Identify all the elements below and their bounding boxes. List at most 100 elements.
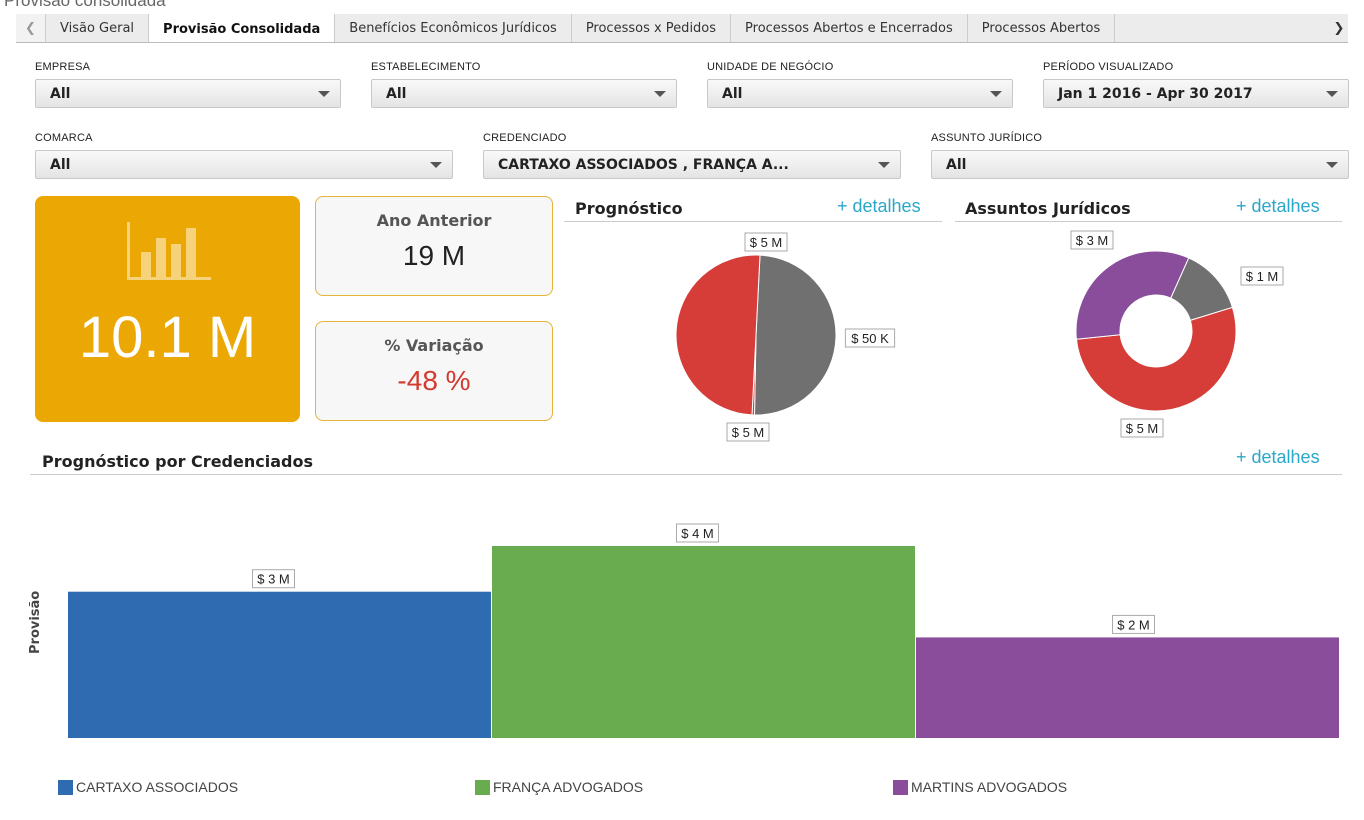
pie-slice-0[interactable] bbox=[753, 254, 837, 416]
select-value: CARTAXO ASSOCIADOS , FRANÇA A... bbox=[498, 156, 789, 173]
filter-comarca: COMARCA All bbox=[35, 132, 453, 179]
kpi-label: % Variação bbox=[384, 336, 484, 355]
filter-label: ESTABELECIMENTO bbox=[371, 61, 481, 73]
select-value: All bbox=[386, 85, 407, 102]
credenciados-title: Prognóstico por Credenciados bbox=[42, 452, 313, 471]
kpi-value: -48 % bbox=[397, 365, 471, 396]
unidade-select[interactable]: All bbox=[707, 79, 1013, 108]
filter-unidade: UNIDADE DE NEGÓCIO All bbox=[707, 61, 1013, 108]
legend-swatch bbox=[475, 779, 490, 795]
tab-beneficios[interactable]: Benefícios Econômicos Jurídicos bbox=[335, 14, 572, 42]
svg-text:$ 3 M: $ 3 M bbox=[1076, 233, 1109, 248]
kpi-variacao-card[interactable]: % Variação -48 % bbox=[315, 321, 553, 421]
tab-processos-abertos-encerrados[interactable]: Processos Abertos e Encerrados bbox=[731, 14, 968, 42]
filter-periodo: PERÍODO VISUALIZADO Jan 1 2016 - Apr 30 … bbox=[1043, 61, 1349, 108]
svg-text:$ 2 M: $ 2 M bbox=[1117, 617, 1150, 632]
legend-item[interactable]: FRANÇA ADVOGADOS bbox=[475, 779, 643, 795]
legend-swatch bbox=[893, 779, 908, 795]
prognostico-title: Prognóstico bbox=[575, 199, 683, 218]
tab-visao-geral[interactable]: Visão Geral bbox=[46, 14, 150, 42]
kpi-value: 19 M bbox=[402, 240, 466, 271]
data-label: $ 5 M bbox=[744, 232, 788, 252]
pie-slice-2[interactable] bbox=[675, 254, 761, 416]
bar-2[interactable] bbox=[916, 637, 1339, 738]
assuntos-detalhes-link[interactable]: + detalhes bbox=[1236, 196, 1320, 217]
data-label: $ 1 M bbox=[1240, 266, 1284, 286]
kpi-label: Ano Anterior bbox=[376, 211, 492, 230]
bar-0[interactable] bbox=[68, 591, 491, 738]
divider bbox=[30, 474, 1342, 475]
svg-text:$ 3 M: $ 3 M bbox=[257, 572, 290, 587]
tab-processos-pedidos[interactable]: Processos x Pedidos bbox=[572, 14, 732, 42]
filter-empresa: EMPRESA All bbox=[35, 61, 341, 108]
filter-label: EMPRESA bbox=[35, 61, 91, 73]
legend-label: FRANÇA ADVOGADOS bbox=[493, 779, 644, 795]
credenciados-detalhes-link[interactable]: + detalhes bbox=[1236, 447, 1320, 468]
tab-scroll-left-icon[interactable]: ❮ bbox=[16, 14, 46, 42]
empresa-select[interactable]: All bbox=[35, 79, 341, 108]
tab-bar: ❮ Visão Geral Provisão Consolidada Benef… bbox=[16, 14, 1348, 43]
tab-provisao-consolidada[interactable]: Provisão Consolidada bbox=[149, 14, 336, 42]
y-axis-label: Provisão bbox=[28, 590, 43, 654]
filter-label: COMARCA bbox=[35, 132, 93, 144]
prognostico-pie-chart: $ 5 M $ 50 K $ 5 M bbox=[675, 232, 896, 442]
legend-item[interactable]: MARTINS ADVOGADOS bbox=[893, 779, 1067, 795]
select-value: All bbox=[722, 85, 743, 102]
bar-1[interactable] bbox=[492, 546, 915, 738]
chevron-down-icon bbox=[878, 162, 890, 168]
legend-label: MARTINS ADVOGADOS bbox=[911, 779, 1068, 795]
filter-label: PERÍODO VISUALIZADO bbox=[1043, 61, 1174, 73]
data-label: $ 5 M bbox=[1120, 418, 1164, 438]
bar-value-label: $ 3 M bbox=[252, 569, 295, 589]
prognostico-detalhes-link[interactable]: + detalhes bbox=[837, 196, 921, 217]
chevron-down-icon bbox=[430, 162, 442, 168]
chevron-down-icon bbox=[654, 91, 666, 97]
divider bbox=[564, 221, 942, 222]
svg-text:$ 4 M: $ 4 M bbox=[681, 526, 714, 541]
legend-item[interactable]: CARTAXO ASSOCIADOS bbox=[58, 779, 238, 795]
filter-label: ASSUNTO JURÍDICO bbox=[931, 132, 1043, 144]
assuntos-donut-chart: $ 1 M $ 5 M $ 3 M bbox=[1070, 230, 1284, 438]
divider bbox=[955, 221, 1342, 222]
chevron-down-icon bbox=[990, 91, 1002, 97]
select-value: All bbox=[50, 156, 71, 173]
bar-value-label: $ 4 M bbox=[676, 523, 719, 543]
tab-scroll-right-icon[interactable]: ❯ bbox=[1330, 14, 1348, 42]
estabelecimento-select[interactable]: All bbox=[371, 79, 677, 108]
select-value: Jan 1 2016 - Apr 30 2017 bbox=[1058, 85, 1253, 102]
bar-value-label: $ 2 M bbox=[1112, 614, 1155, 634]
data-label: $ 50 K bbox=[844, 328, 896, 348]
svg-text:$ 1 M: $ 1 M bbox=[1246, 269, 1279, 284]
page-title: Provisão consolidada bbox=[4, 0, 166, 10]
filter-label: UNIDADE DE NEGÓCIO bbox=[707, 61, 834, 73]
chevron-down-icon bbox=[1326, 91, 1338, 97]
select-value: All bbox=[946, 156, 967, 173]
filter-assunto: ASSUNTO JURÍDICO All bbox=[931, 132, 1349, 179]
assuntos-title: Assuntos Jurídicos bbox=[965, 199, 1131, 218]
comarca-select[interactable]: All bbox=[35, 150, 453, 179]
credenciado-select[interactable]: CARTAXO ASSOCIADOS , FRANÇA A... bbox=[483, 150, 901, 179]
svg-text:$ 50 K: $ 50 K bbox=[851, 331, 889, 346]
legend-label: CARTAXO ASSOCIADOS bbox=[76, 779, 239, 795]
chevron-down-icon bbox=[1326, 162, 1338, 168]
select-value: All bbox=[50, 85, 71, 102]
tab-processos-abertos[interactable]: Processos Abertos bbox=[968, 14, 1116, 42]
data-label: $ 3 M bbox=[1070, 230, 1114, 250]
kpi-total-value: 10.1 M bbox=[78, 305, 257, 370]
assunto-select[interactable]: All bbox=[931, 150, 1349, 179]
donut-slice-2[interactable] bbox=[1075, 250, 1190, 340]
svg-text:$ 5 M: $ 5 M bbox=[1126, 421, 1159, 436]
legend-swatch bbox=[58, 779, 73, 795]
chevron-down-icon bbox=[318, 91, 330, 97]
svg-text:$ 5 M: $ 5 M bbox=[732, 425, 765, 440]
svg-text:$ 5 M: $ 5 M bbox=[750, 235, 783, 250]
kpi-total-card[interactable]: 10.1 M bbox=[35, 196, 300, 422]
data-label: $ 5 M bbox=[726, 422, 770, 442]
kpi-ano-anterior-card[interactable]: Ano Anterior 19 M bbox=[315, 196, 553, 296]
bar-chart-icon bbox=[127, 222, 211, 280]
credenciados-bar-chart: $ 3 M $ 4 M $ 2 M bbox=[68, 523, 1339, 738]
filter-estabelecimento: ESTABELECIMENTO All bbox=[371, 61, 677, 108]
filter-label: CREDENCIADO bbox=[483, 132, 567, 144]
periodo-select[interactable]: Jan 1 2016 - Apr 30 2017 bbox=[1043, 79, 1349, 108]
filter-credenciado: CREDENCIADO CARTAXO ASSOCIADOS , FRANÇA … bbox=[483, 132, 901, 179]
